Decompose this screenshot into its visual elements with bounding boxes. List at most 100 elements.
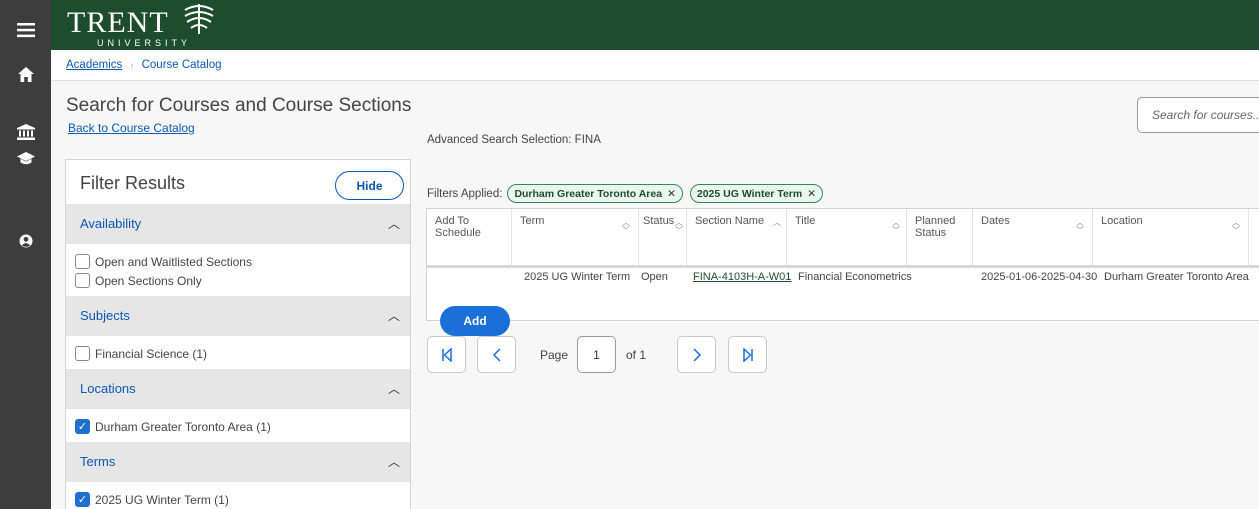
column-label: Section Name: [695, 215, 765, 227]
column-header-location[interactable]: Location ︿ ﹀: [1093, 209, 1249, 265]
filter-section-label: Subjects: [80, 308, 130, 323]
subjects-options: Financial Science (1): [66, 336, 410, 369]
terms-options: ✓ 2025 UG Winter Term (1): [66, 482, 410, 509]
chip-label: Durham Greater Toronto Area: [514, 187, 663, 200]
first-page-icon: [441, 347, 452, 362]
option-label: 2025 UG Winter Term (1): [95, 492, 229, 507]
logo-emblem-icon: [184, 4, 214, 34]
page-label: Page: [540, 348, 569, 362]
filters-applied-label: Filters Applied:: [427, 187, 503, 200]
close-icon[interactable]: ✕: [667, 188, 676, 200]
column-header-dates[interactable]: Dates ︿ ﹀: [973, 209, 1093, 265]
filter-section-label: Availability: [80, 216, 142, 231]
chevron-up-icon: ︿: [387, 455, 400, 469]
sort-icon[interactable]: ︿ ﹀: [622, 219, 630, 235]
filter-option-2025-ug-winter[interactable]: ✓ 2025 UG Winter Term (1): [75, 490, 410, 509]
filter-option-durham-gta[interactable]: ✓ Durham Greater Toronto Area (1): [75, 417, 410, 436]
next-page-button[interactable]: [677, 336, 716, 373]
column-header-title[interactable]: Title ︿ ﹀: [787, 209, 907, 265]
left-nav: [0, 0, 51, 509]
cell-title: Financial Econometrics: [798, 271, 912, 283]
column-label: Add To Schedule: [435, 215, 481, 239]
sort-icon[interactable]: ︿ ﹀: [1232, 219, 1240, 235]
cell-term: 2025 UG Winter Term: [524, 271, 631, 283]
column-label: Planned Status: [915, 215, 956, 239]
sort-icon[interactable]: ︿ ﹀: [1076, 219, 1084, 235]
top-header: TRENT UNIVERSITY: [51, 0, 1259, 50]
filter-header: Filter Results Hide: [66, 160, 410, 204]
filter-option-open-only[interactable]: Open Sections Only: [75, 271, 410, 290]
filter-panel: Filter Results Hide Availability ︿ Open …: [65, 159, 411, 509]
filter-chip-location[interactable]: Durham Greater Toronto Area ✕: [507, 184, 683, 203]
first-page-button[interactable]: [427, 336, 466, 373]
column-header-status[interactable]: Status ︿ ﹀: [639, 209, 687, 265]
checkbox[interactable]: [75, 273, 90, 288]
chip-label: 2025 UG Winter Term: [696, 187, 803, 200]
cell-section-name-link[interactable]: FINA-4103H-A-W01: [693, 271, 791, 283]
column-header-planned-status: Planned Status: [907, 209, 973, 265]
back-to-catalog-link[interactable]: Back to Course Catalog: [68, 121, 195, 135]
page-title: Search for Courses and Course Sections: [66, 95, 412, 116]
logo-wordmark: TRENT: [67, 6, 169, 39]
page-number-input[interactable]: 1: [577, 336, 616, 373]
breadcrumb-academics[interactable]: Academics: [66, 59, 122, 71]
filter-chip-term[interactable]: 2025 UG Winter Term ✕: [689, 184, 824, 203]
filter-section-locations[interactable]: Locations ︿: [66, 369, 410, 409]
last-page-button[interactable]: [728, 336, 767, 373]
filter-section-label: Locations: [80, 381, 136, 396]
filter-option-financial-science[interactable]: Financial Science (1): [75, 344, 410, 363]
locations-options: ✓ Durham Greater Toronto Area (1): [66, 409, 410, 442]
cell-status: Open: [641, 271, 668, 283]
filter-option-open-waitlisted[interactable]: Open and Waitlisted Sections: [75, 252, 410, 271]
filters-applied: Filters Applied: Durham Greater Toronto …: [427, 184, 830, 203]
column-header-term[interactable]: Term ︿ ﹀: [512, 209, 639, 265]
column-header-add: Add To Schedule: [427, 209, 512, 265]
last-page-icon: [742, 347, 753, 362]
column-label: Term: [520, 215, 545, 227]
chevron-right-icon: [692, 347, 701, 362]
header-divider: [427, 265, 1259, 268]
logo-subtext: UNIVERSITY: [97, 38, 192, 48]
filter-section-terms[interactable]: Terms ︿: [66, 442, 410, 482]
column-label: Location: [1101, 215, 1143, 227]
sort-icon[interactable]: ︿: [773, 219, 781, 227]
chevron-up-icon: ︿: [387, 309, 400, 323]
filter-title: Filter Results: [80, 173, 186, 193]
sort-icon[interactable]: ︿ ﹀: [892, 219, 900, 235]
option-label: Durham Greater Toronto Area (1): [95, 419, 271, 434]
sort-icon[interactable]: ︿ ﹀: [675, 219, 683, 235]
chevron-left-icon: [492, 347, 501, 362]
column-label: Status: [643, 215, 675, 227]
breadcrumb-separator: ›: [130, 60, 134, 71]
cell-dates: 2025-01-06-2025-04-30: [981, 271, 1098, 283]
column-label: Dates: [981, 215, 1010, 227]
checkbox[interactable]: [75, 346, 90, 361]
user-avatar-icon[interactable]: [0, 224, 51, 258]
column-header-section-name[interactable]: Section Name ︿: [687, 209, 787, 265]
option-label: Financial Science (1): [95, 346, 208, 361]
previous-page-button[interactable]: [477, 336, 516, 373]
hide-filters-button[interactable]: Hide: [335, 171, 404, 200]
column-label: Title: [795, 215, 816, 227]
course-search-input[interactable]: Search for courses...: [1137, 97, 1259, 133]
availability-options: Open and Waitlisted Sections Open Sectio…: [66, 244, 410, 296]
filter-section-subjects[interactable]: Subjects ︿: [66, 296, 410, 336]
graduation-cap-icon[interactable]: [0, 142, 51, 176]
option-label: Open and Waitlisted Sections: [95, 254, 252, 269]
checkbox-checked[interactable]: ✓: [75, 419, 90, 434]
checkbox-checked[interactable]: ✓: [75, 492, 90, 507]
close-icon[interactable]: ✕: [807, 188, 816, 200]
chevron-up-icon: ︿: [387, 382, 400, 396]
filter-section-label: Terms: [80, 454, 116, 469]
cell-location: Durham Greater Toronto Area: [1104, 271, 1249, 283]
home-icon[interactable]: [0, 57, 51, 91]
menu-icon[interactable]: [0, 13, 51, 47]
checkbox[interactable]: [75, 254, 90, 269]
add-to-schedule-button[interactable]: Add: [440, 306, 510, 336]
filter-section-availability[interactable]: Availability ︿: [66, 204, 410, 244]
results-table: Add To Schedule Term ︿ ﹀ Status ︿ ﹀ Section …: [426, 208, 1259, 336]
breadcrumb: Academics › Course Catalog: [51, 50, 1259, 81]
chevron-up-icon: ︿: [387, 217, 400, 231]
breadcrumb-course-catalog[interactable]: Course Catalog: [142, 59, 222, 71]
advanced-search-selection: Advanced Search Selection: FINA: [427, 134, 601, 146]
